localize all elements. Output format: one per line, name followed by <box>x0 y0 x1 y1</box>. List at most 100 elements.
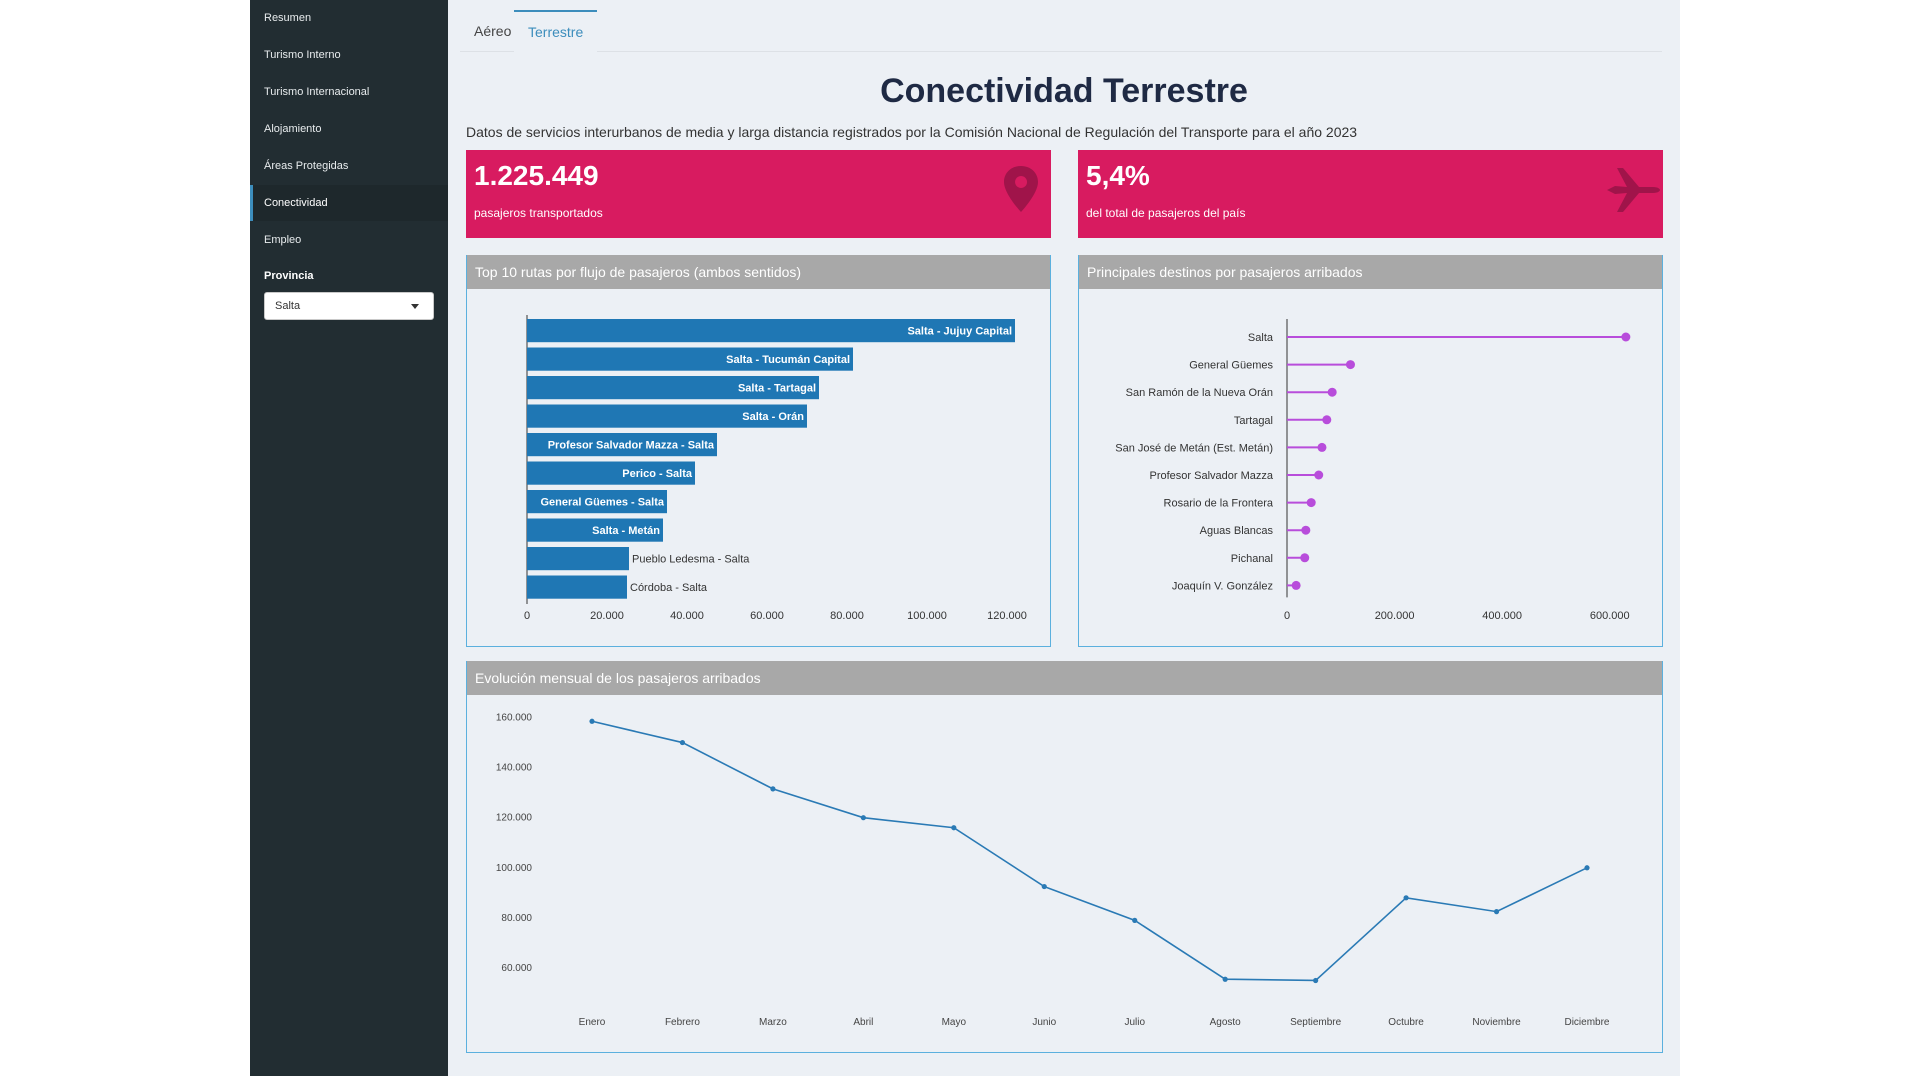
routes-x-tick-label: 20.000 <box>590 610 624 622</box>
destination-point <box>1306 498 1316 508</box>
monthly-x-tick-label: Marzo <box>759 1017 787 1028</box>
monthly-y-tick-label: 100.000 <box>496 863 533 874</box>
monthly-x-tick-label: Enero <box>579 1017 606 1028</box>
route-bar-label: Profesor Salvador Mazza - Salta <box>548 440 715 452</box>
route-bar-label: Córdoba - Salta <box>630 582 708 594</box>
main-content: Aéreo Terrestre Conectividad Terrestre D… <box>448 0 1680 1076</box>
monthly-x-tick-label: Julio <box>1124 1017 1145 1028</box>
destination-point <box>1327 387 1337 397</box>
route-bar-label: Salta - Tucumán Capital <box>726 354 850 366</box>
monthly-point <box>1584 865 1590 871</box>
monthly-series-line <box>591 720 1588 982</box>
routes-x-tick-label: 0 <box>524 610 530 622</box>
tab-terrestre[interactable]: Terrestre <box>514 10 598 52</box>
destination-point <box>1300 553 1310 563</box>
routes-x-tick-label: 100.000 <box>907 610 947 622</box>
route-bar-label: Perico - Salta <box>622 468 693 480</box>
destination-point <box>1322 415 1332 425</box>
monthly-point <box>951 825 957 831</box>
sidebar-item-empleo[interactable]: Empleo <box>250 222 448 258</box>
sidebar-item-conectividad[interactable]: Conectividad <box>250 185 448 221</box>
routes-chart-box: Top 10 rutas por flujo de pasajeros (amb… <box>466 255 1051 647</box>
monthly-point <box>589 718 595 724</box>
routes-x-tick-label: 60.000 <box>750 610 784 622</box>
monthly-x-tick-label: Septiembre <box>1290 1017 1342 1028</box>
province-select[interactable]: Salta <box>264 292 434 320</box>
route-bar <box>527 575 627 599</box>
route-bar-label: Salta - Tartagal <box>738 383 816 395</box>
destination-label: San Ramón de la Nueva Orán <box>1126 387 1273 399</box>
kpi-passengers-value: 1.225.449 <box>474 160 599 191</box>
routes-bar-chart: Salta - Jujuy Capital Salta - Tucumán Cap… <box>524 315 1027 622</box>
monthly-point <box>1313 977 1319 984</box>
province-label: Provincia <box>264 270 314 282</box>
caret-down-icon <box>411 304 419 309</box>
destination-label: Joaquín V. González <box>1172 580 1273 592</box>
sidebar-item-areas-protegidas[interactable]: Áreas Protegidas <box>250 148 448 184</box>
route-bar-label: General Güemes - Salta <box>541 497 665 509</box>
monthly-point <box>1403 895 1409 901</box>
sidebar-item-turismo-interno[interactable]: Turismo Interno <box>250 37 448 73</box>
routes-x-tick-label: 40.000 <box>670 610 704 622</box>
monthly-chart-title: Evolución mensual de los pasajeros arrib… <box>467 661 1662 695</box>
destination-point <box>1317 442 1327 452</box>
tab-bar: Aéreo Terrestre <box>460 10 1662 52</box>
sidebar-item-resumen[interactable]: Resumen <box>250 0 448 36</box>
route-bar <box>527 547 629 571</box>
kpi-share-label: del total de pasajeros del país <box>1086 206 1246 220</box>
monthly-y-tick-label: 120.000 <box>496 813 533 824</box>
destinations-x-tick-label: 600.000 <box>1590 610 1630 622</box>
page-subtitle: Datos de servicios interurbanos de media… <box>466 124 1358 140</box>
destination-point <box>1314 470 1324 480</box>
kpi-share: 5,4% del total de pasajeros del país <box>1078 150 1663 238</box>
kpi-passengers: 1.225.449 pasajeros transportados <box>466 150 1051 238</box>
destination-label: Rosario de la Frontera <box>1164 498 1274 510</box>
destinations-x-tick-label: 200.000 <box>1375 610 1415 622</box>
kpi-passengers-label: pasajeros transportados <box>474 206 603 220</box>
monthly-x-tick-label: Junio <box>1032 1017 1056 1028</box>
destinations-x-tick-label: 0 <box>1284 610 1290 622</box>
routes-x-tick-label: 120.000 <box>987 610 1027 622</box>
route-bar-label: Salta - Jujuy Capital <box>907 326 1012 338</box>
routes-chart-title: Top 10 rutas por flujo de pasajeros (amb… <box>467 255 1050 289</box>
monthly-x-tick-label: Abril <box>853 1017 873 1028</box>
route-bar-label: Salta - Orán <box>742 411 804 423</box>
destination-point <box>1345 360 1355 370</box>
monthly-y-tick-label: 60.000 <box>501 963 532 974</box>
map-marker-icon <box>1004 166 1038 212</box>
monthly-point <box>1041 883 1047 890</box>
monthly-point <box>860 815 866 821</box>
monthly-y-tick-label: 140.000 <box>496 763 533 774</box>
monthly-line-chart: 60.000 80.000 100.000 120.000 140.000 160.000… <box>496 713 1610 1028</box>
destination-label: Pichanal <box>1231 553 1273 565</box>
destination-point <box>1621 332 1631 342</box>
destination-point <box>1301 525 1311 535</box>
monthly-x-tick-label: Noviembre <box>1472 1017 1521 1028</box>
monthly-x-tick-label: Octubre <box>1388 1017 1424 1028</box>
routes-x-tick-label: 80.000 <box>830 610 864 622</box>
monthly-point <box>1222 976 1228 982</box>
destination-label: Aguas Blancas <box>1200 525 1274 537</box>
province-select-value: Salta <box>275 300 301 312</box>
route-bar-label: Pueblo Ledesma - Salta <box>632 554 750 566</box>
monthly-point <box>679 739 686 746</box>
destination-point <box>1291 580 1301 590</box>
monthly-point <box>1493 909 1500 915</box>
app-frame: Resumen Turismo Interno Turismo Internac… <box>0 0 1920 1080</box>
page-title: Conectividad Terrestre <box>880 72 1248 110</box>
monthly-point <box>770 786 776 792</box>
kpi-share-value: 5,4% <box>1086 160 1150 191</box>
destination-label: Tartagal <box>1234 415 1273 427</box>
monthly-x-tick-label: Agosto <box>1210 1017 1242 1028</box>
sidebar: Resumen Turismo Interno Turismo Internac… <box>250 0 448 1076</box>
destination-label: Profesor Salvador Mazza <box>1150 470 1274 482</box>
monthly-y-tick-label: 80.000 <box>501 913 532 924</box>
destinations-chart-box: Principales destinos por pasajeros arrib… <box>1078 255 1663 647</box>
sidebar-item-turismo-internacional[interactable]: Turismo Internacional <box>250 74 448 110</box>
sidebar-item-alojamiento[interactable]: Alojamiento <box>250 111 448 147</box>
monthly-x-tick-label: Diciembre <box>1564 1017 1609 1028</box>
monthly-chart-box: Evolución mensual de los pasajeros arrib… <box>466 661 1663 1053</box>
destination-label: San José de Metán (Est. Metán) <box>1115 442 1273 454</box>
monthly-x-tick-label: Mayo <box>942 1017 967 1028</box>
route-bar-label: Salta - Metán <box>592 525 660 537</box>
